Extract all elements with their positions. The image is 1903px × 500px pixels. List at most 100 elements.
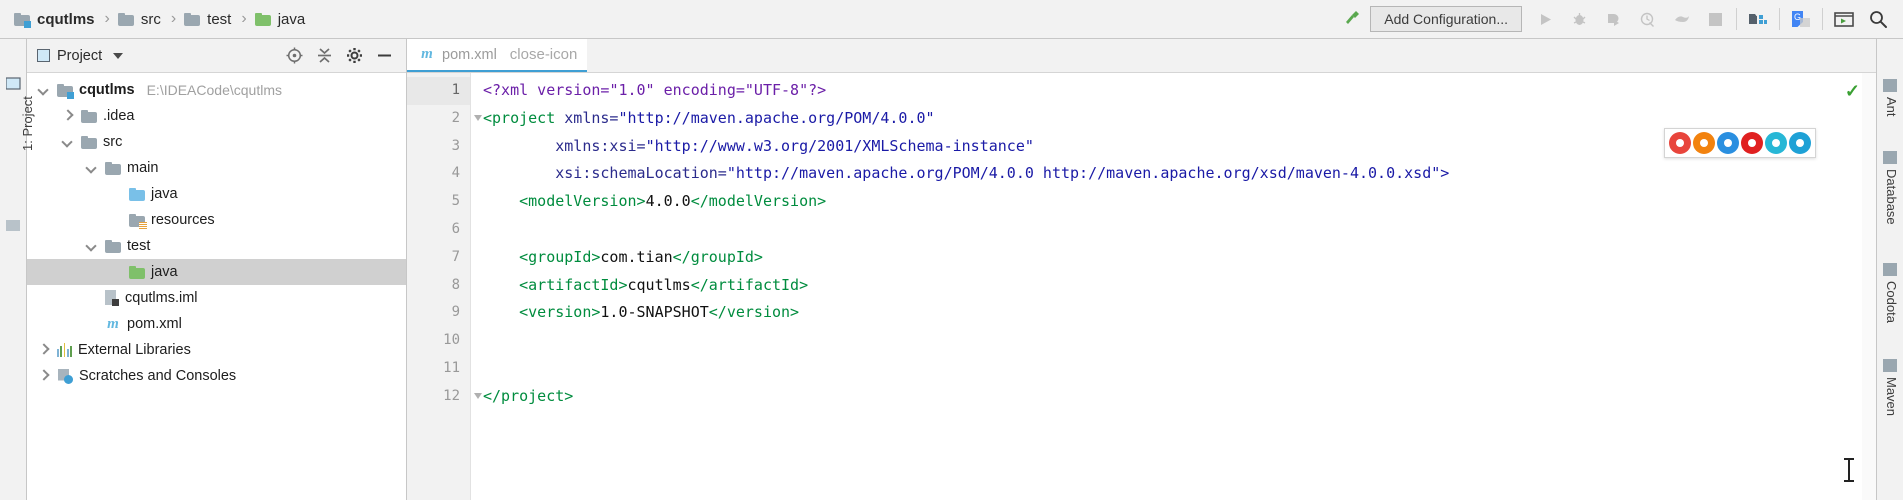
close-icon[interactable]: close-icon [510,46,578,63]
breadcrumb-item-test[interactable]: test [182,11,239,28]
tree-row[interactable]: Scratches and Consoles [27,363,406,389]
code-token: "http://maven.apache.org/POM/4.0.0 http:… [727,164,1449,182]
hammer-icon[interactable] [1336,4,1370,34]
folder-icon [118,13,134,26]
tree-spacer [109,265,123,279]
tree-row[interactable]: resources [27,207,406,233]
iml-file-icon [105,290,119,306]
browser-preview-bar [1664,128,1816,158]
code-token: cqutlms [628,276,691,294]
fold-icon[interactable] [474,115,482,121]
line-number: 7 [407,244,470,272]
code-token: encoding= [655,81,745,99]
opera-icon[interactable] [1741,132,1763,154]
add-configuration-button[interactable]: Add Configuration... [1370,6,1522,32]
breadcrumb-label: src [141,11,161,28]
tree-row[interactable]: java [27,259,406,285]
tree-label: Scratches and Consoles [79,368,236,384]
maven-icon [1883,359,1897,372]
folder-module-icon [57,84,73,97]
code-token: <groupId> [519,248,600,266]
chrome-icon[interactable] [1669,132,1691,154]
breadcrumb-item-java[interactable]: java [253,11,314,28]
firefox-icon[interactable] [1693,132,1715,154]
chevron-down-icon[interactable] [113,53,123,59]
breadcrumb-item-src[interactable]: src [116,11,169,28]
tool-tab-ant[interactable]: Ant [1884,97,1899,117]
tree-row[interactable]: cqutlmsE:\IDEACode\cqutlms [27,77,406,103]
stop-icon[interactable] [1698,4,1732,34]
maven-file-icon: m [105,316,121,333]
run-icon[interactable] [1528,4,1562,34]
chevron-right-icon[interactable] [37,343,51,357]
project-tree[interactable]: cqutlmsE:\IDEACode\cqutlms.ideasrc main ja… [27,73,406,500]
tool-tab-database[interactable]: Database [1884,169,1899,225]
line-number: 3 [407,133,470,161]
line-number: 11 [407,355,470,383]
project-panel-title-group[interactable]: Project [37,48,123,64]
tab-label: pom.xml [442,47,497,63]
code-line: </project> [483,383,1876,411]
code-token: 1.0-SNAPSHOT [600,303,708,321]
tree-row[interactable]: .idea [27,103,406,129]
search-everywhere-icon[interactable] [1861,4,1895,34]
tree-row[interactable]: java [27,181,406,207]
edge-legacy-icon[interactable] [1765,132,1787,154]
debug-icon[interactable] [1562,4,1596,34]
line-number: 8 [407,272,470,300]
chevron-down-icon[interactable] [61,135,75,149]
run-with-coverage-icon[interactable] [1596,4,1630,34]
code-line [483,327,1876,355]
tool-tab-codota[interactable]: Codota [1884,281,1899,323]
chevron-down-icon[interactable] [85,161,99,175]
profile-icon[interactable] [1630,4,1664,34]
safari-icon[interactable] [1717,132,1739,154]
gear-icon[interactable] [340,43,368,69]
breadcrumb-label: test [207,11,231,28]
tree-label: resources [151,212,215,228]
code-token [483,192,519,210]
code-line [483,216,1876,244]
tree-row[interactable]: test [27,233,406,259]
ant-icon [1883,79,1897,92]
google-translate-icon[interactable]: G [1784,4,1818,34]
tree-label: main [127,160,158,176]
project-structure-icon[interactable] [1741,4,1775,34]
fold-icon[interactable] [474,393,482,399]
tree-row[interactable]: src [27,129,406,155]
chevron-down-icon[interactable] [37,83,51,97]
code-editor[interactable]: 123456789101112 <?xml version="1.0" enco… [407,73,1876,500]
code-token [483,248,519,266]
tree-row[interactable]: cqutlms.iml [27,285,406,311]
structure-icon[interactable] [6,219,21,232]
sidebar-item-project[interactable]: 1: Project [20,96,35,151]
chevron-down-icon[interactable] [85,239,99,253]
collapse-all-icon[interactable] [310,43,338,69]
code-token [483,276,519,294]
tree-row[interactable]: main [27,155,406,181]
editor-scrollbar[interactable] [1862,73,1876,500]
tab-pom-xml[interactable]: m pom.xml close-icon [407,39,587,72]
hide-icon[interactable] [370,43,398,69]
editor-area: m pom.xml close-icon 123456789101112 <?x… [407,39,1876,500]
tree-row[interactable]: mpom.xml [27,311,406,337]
chevron-right-icon[interactable] [61,109,75,123]
right-tool-strip: Ant Database Codota Maven [1876,39,1903,500]
select-opened-file-icon[interactable] [280,43,308,69]
tree-row[interactable]: External Libraries [27,337,406,363]
presentation-window-icon[interactable] [1827,4,1861,34]
code-token: "1.0" [609,81,654,99]
edge-icon[interactable] [1789,132,1811,154]
breadcrumb-item-cqutlms[interactable]: cqutlms [12,11,103,28]
tool-tab-maven[interactable]: Maven [1884,377,1899,416]
svg-text:G: G [1794,12,1801,22]
inspection-ok-icon: ✓ [1845,81,1860,102]
project-panel-header: Project [27,39,406,73]
code-token: </modelVersion> [691,192,826,210]
folder-resources-icon [129,214,145,227]
libraries-icon [57,343,72,357]
code-token: "http://maven.apache.org/POM/4.0.0" [618,109,934,127]
attach-debugger-icon[interactable] [1664,4,1698,34]
project-panel-title: Project [57,48,102,64]
chevron-right-icon[interactable] [37,369,51,383]
